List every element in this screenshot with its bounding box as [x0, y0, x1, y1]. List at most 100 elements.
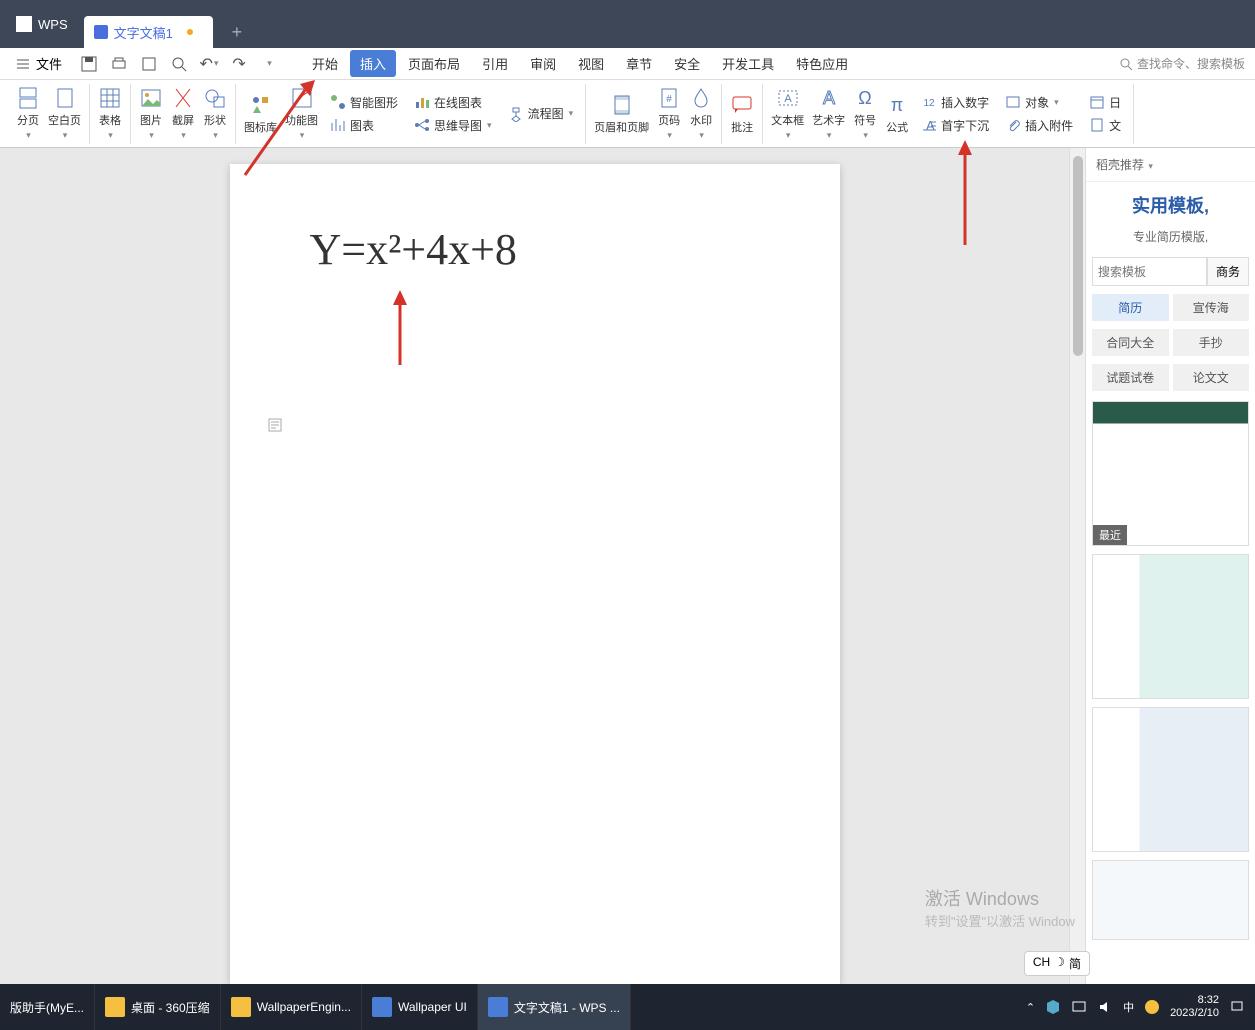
wps-home-tab[interactable]: WPS [0, 0, 84, 48]
taskbar-item-active[interactable]: 文字文稿1 - WPS ... [478, 984, 631, 1030]
tray-volume-icon[interactable] [1097, 999, 1113, 1015]
insert-number-button[interactable]: 12插入数字 [917, 92, 993, 113]
header-footer-button[interactable]: 页眉和页脚 [594, 93, 649, 135]
watermark-button[interactable]: 水印▾ [689, 86, 713, 141]
file-label: 文件 [36, 54, 62, 73]
tag-resume[interactable]: 简历 [1092, 294, 1169, 321]
tray-monitor-icon[interactable] [1071, 999, 1087, 1015]
template-item[interactable]: 最近 [1092, 401, 1249, 546]
mindmap-button[interactable]: 思维导图▾ [410, 115, 496, 136]
attachment-button[interactable]: 插入附件 [1001, 115, 1077, 136]
print-preview-icon[interactable] [140, 55, 158, 73]
document-area[interactable]: Y=x²+4x+8 [0, 148, 1069, 984]
print-icon[interactable] [110, 55, 128, 73]
undo-button[interactable]: ↶▾ [200, 55, 218, 73]
tab-chapter[interactable]: 章节 [616, 50, 662, 77]
ime-indicator[interactable]: CH ☽ 简 [1024, 951, 1090, 976]
textbox-button[interactable]: A 文本框▾ [771, 86, 804, 141]
online-chart-icon [414, 94, 430, 110]
ribbon-flowchart-stack: 流程图▾ [504, 103, 578, 124]
tab-review[interactable]: 审阅 [520, 50, 566, 77]
shapes-button[interactable]: 形状▾ [203, 86, 227, 141]
picture-button[interactable]: 图片▾ [139, 86, 163, 141]
tag-contract[interactable]: 合同大全 [1092, 329, 1169, 356]
header-footer-icon [610, 93, 634, 117]
template-search-input[interactable] [1092, 257, 1207, 286]
comment-icon [730, 93, 754, 117]
tag-row-3: 试题试卷 论文文 [1086, 360, 1255, 395]
tab-view[interactable]: 视图 [568, 50, 614, 77]
save-icon[interactable] [80, 55, 98, 73]
tray-chrome-icon[interactable] [1144, 999, 1160, 1015]
redo-button[interactable]: ↷ [230, 55, 248, 73]
scroll-thumb[interactable] [1073, 156, 1083, 356]
equation-button[interactable]: π 公式 [885, 93, 909, 135]
taskbar-item[interactable]: 桌面 - 360压缩 [95, 984, 221, 1030]
online-chart-button[interactable]: 在线图表 [410, 92, 496, 113]
taskbar-item[interactable]: 版助手(MyE... [0, 984, 95, 1030]
function-chart-button[interactable]: 功能图▾ [285, 86, 318, 141]
tab-special[interactable]: 特色应用 [786, 50, 858, 77]
flowchart-button[interactable]: 流程图▾ [504, 103, 578, 124]
new-tab-button[interactable]: + [221, 16, 253, 48]
svg-text:A: A [784, 93, 792, 105]
template-item[interactable] [1092, 554, 1249, 699]
command-search[interactable]: 查找命令、搜索模板 [1119, 55, 1245, 72]
wordart-button[interactable]: A 艺术字▾ [812, 86, 845, 141]
flowchart-icon [508, 106, 524, 122]
icon-library-icon [249, 93, 273, 117]
tab-developer[interactable]: 开发工具 [712, 50, 784, 77]
ribbon-insert-stack2: 对象▾ 插入附件 [1001, 92, 1077, 136]
tag-exam[interactable]: 试题试卷 [1092, 364, 1169, 391]
picture-icon [139, 86, 163, 110]
svg-text:π: π [891, 95, 903, 115]
object-button[interactable]: 对象▾ [1001, 92, 1077, 113]
tab-start[interactable]: 开始 [302, 50, 348, 77]
tag-handcopy[interactable]: 手抄 [1173, 329, 1250, 356]
tray-cube-icon[interactable] [1045, 999, 1061, 1015]
ribbon-insert-stack1: 12插入数字 A首字下沉 [917, 92, 993, 136]
chart-button[interactable]: 图表 [326, 115, 402, 136]
tag-thesis[interactable]: 论文文 [1173, 364, 1250, 391]
tray-ime[interactable]: 中 [1123, 999, 1134, 1015]
template-item[interactable] [1092, 860, 1249, 940]
template-item[interactable] [1092, 707, 1249, 852]
ribbon-group-header-footer: 页眉和页脚 # 页码▾ 水印▾ [586, 84, 722, 144]
comment-button[interactable]: 批注 [730, 93, 754, 135]
blank-page-icon [53, 86, 77, 110]
template-search-button[interactable]: 商务 [1207, 257, 1249, 286]
preview-icon[interactable] [170, 55, 188, 73]
page-break-button[interactable]: 分页▾ [16, 86, 40, 141]
ime-mode: 简 [1069, 955, 1081, 972]
smartart-button[interactable]: 智能图形 [326, 92, 402, 113]
taskbar-item[interactable]: Wallpaper UI [362, 984, 478, 1030]
more-toolbar[interactable]: ▾ [260, 55, 278, 73]
watermark-icon [689, 86, 713, 110]
tab-references[interactable]: 引用 [472, 50, 518, 77]
text-file-button[interactable]: 文 [1085, 115, 1125, 136]
paragraph-handle-icon[interactable] [268, 418, 282, 432]
document-tab[interactable]: 文字文稿1 [84, 16, 213, 48]
file-menu[interactable]: 文件 [10, 54, 68, 73]
date-button[interactable]: 日 [1085, 92, 1125, 113]
vertical-scrollbar[interactable] [1069, 148, 1085, 984]
page-number-button[interactable]: # 页码▾ [657, 86, 681, 141]
document-page[interactable]: Y=x²+4x+8 [230, 164, 840, 984]
taskbar-item[interactable]: WallpaperEngin... [221, 984, 362, 1030]
table-icon [98, 86, 122, 110]
sidebar-header[interactable]: 稻壳推荐 ▾ [1086, 148, 1255, 182]
drop-cap-button[interactable]: A首字下沉 [917, 115, 993, 136]
tag-flyer[interactable]: 宣传海 [1173, 294, 1250, 321]
tab-security[interactable]: 安全 [664, 50, 710, 77]
icon-library-button[interactable]: 图标库 [244, 93, 277, 135]
tab-insert[interactable]: 插入 [350, 50, 396, 77]
table-button[interactable]: 表格▾ [98, 86, 122, 141]
taskbar-clock[interactable]: 8:32 2023/2/10 [1170, 994, 1219, 1020]
equation-text[interactable]: Y=x²+4x+8 [310, 224, 760, 275]
blank-page-button[interactable]: 空白页▾ [48, 86, 81, 141]
tab-page-layout[interactable]: 页面布局 [398, 50, 470, 77]
symbol-button[interactable]: Ω 符号▾ [853, 86, 877, 141]
tray-chevron-icon[interactable]: ⌃ [1026, 1001, 1035, 1014]
screenshot-button[interactable]: 截屏▾ [171, 86, 195, 141]
notification-icon[interactable] [1229, 999, 1245, 1015]
